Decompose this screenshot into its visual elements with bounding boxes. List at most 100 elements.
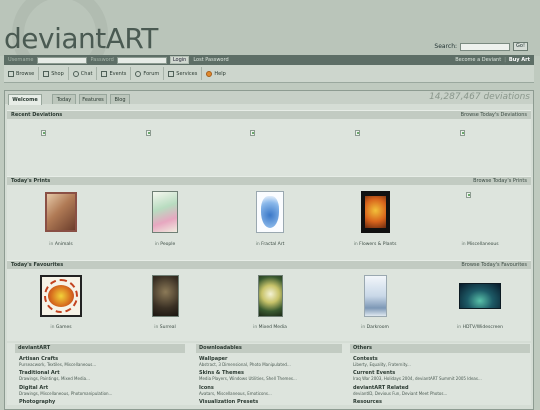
footer-sublinks[interactable]: Liberty, Equality, Fraternity... bbox=[353, 362, 411, 367]
caption-prints-5: in Miscellaneous bbox=[440, 242, 520, 247]
footer-sublinks[interactable]: deviantID, Devious Fun, Deviant Meet Pho… bbox=[353, 391, 447, 396]
printer-icon bbox=[43, 70, 50, 77]
print-thumb-broken[interactable] bbox=[466, 192, 471, 198]
fav-thumb-hdtv[interactable] bbox=[459, 283, 501, 309]
browse-icon bbox=[8, 70, 14, 77]
lost-password-link[interactable]: Lost Password bbox=[193, 57, 228, 63]
caption-category[interactable]: HDTV/Widescreen bbox=[463, 325, 503, 330]
print-thumb-flowers[interactable] bbox=[361, 191, 390, 233]
caption-prefix: in bbox=[457, 325, 462, 330]
login-button[interactable]: Login bbox=[169, 56, 190, 64]
footer-sublinks[interactable]: Drawings, Paintings, Mixed Media... bbox=[19, 376, 90, 381]
footer-sublinks[interactable]: Media Players, Windows Utilities, Shell … bbox=[199, 376, 297, 381]
footer-sublinks[interactable]: Iraq War 2003, Holidays 2004, deviantART… bbox=[353, 376, 482, 381]
separator: | bbox=[504, 57, 506, 63]
footer-col1-title: deviantART bbox=[15, 344, 185, 353]
flower-shape bbox=[365, 196, 386, 228]
tab-features[interactable]: Features bbox=[79, 94, 107, 104]
nav-events[interactable]: Events bbox=[97, 67, 132, 80]
footer-sublinks[interactable]: Drawings, Miscellaneous, Photomanipulati… bbox=[19, 391, 112, 396]
fav-thumb-games[interactable] bbox=[40, 275, 82, 317]
caption-prints-1: in Animals bbox=[21, 242, 101, 247]
caption-category[interactable]: Animals bbox=[55, 242, 73, 247]
print-thumb-fractal[interactable] bbox=[256, 191, 284, 233]
caption-prefix: in bbox=[353, 242, 358, 247]
search-area: Search: Go! bbox=[434, 42, 528, 51]
caption-favs-3: in Mixed Media bbox=[230, 325, 310, 330]
caption-category[interactable]: Fractal Art bbox=[261, 242, 284, 247]
nav-browse[interactable]: Browse bbox=[4, 67, 40, 80]
deviation-thumb-broken[interactable] bbox=[250, 130, 255, 136]
nav-help[interactable]: Help bbox=[202, 67, 229, 80]
services-icon bbox=[168, 70, 175, 77]
footer-sublinks[interactable]: Purseacwork, Textiles, Miscellaneous... bbox=[19, 362, 96, 367]
fav-thumb-surreal[interactable] bbox=[152, 275, 179, 317]
deviation-count: 14,287,467 deviations bbox=[429, 92, 530, 102]
caption-category[interactable]: Flowers & Plants bbox=[359, 242, 396, 247]
nav-label: Help bbox=[214, 70, 226, 77]
games-art-ring bbox=[44, 279, 78, 313]
search-label: Search: bbox=[434, 43, 458, 50]
search-input[interactable] bbox=[460, 42, 511, 51]
nav-shop[interactable]: Shop bbox=[39, 67, 69, 80]
caption-category[interactable]: Mixed Media bbox=[259, 325, 287, 330]
footer-link[interactable]: Photography bbox=[19, 399, 55, 405]
deviation-thumb-broken[interactable] bbox=[355, 130, 360, 136]
footer-link[interactable]: Visualization Presets bbox=[199, 399, 258, 405]
caption-prints-4: in Flowers & Plants bbox=[335, 242, 415, 247]
caption-category[interactable]: Darkroom bbox=[367, 325, 389, 330]
caption-prefix: in bbox=[253, 325, 258, 330]
buy-art-link[interactable]: Buy Art bbox=[509, 57, 530, 63]
caption-prints-3: in Fractal Art bbox=[230, 242, 310, 247]
fav-thumb-darkroom[interactable] bbox=[364, 275, 387, 317]
caption-prefix: in bbox=[50, 325, 55, 330]
forum-icon bbox=[135, 70, 142, 77]
tab-blog[interactable]: Blog bbox=[110, 94, 130, 104]
nav-chat[interactable]: Chat bbox=[69, 67, 98, 80]
footer-sublinks[interactable]: Avatars, Miscellaneous, Emoticons... bbox=[199, 391, 272, 396]
recent-deviations-body bbox=[7, 119, 531, 176]
help-icon bbox=[206, 70, 213, 77]
become-deviant-link[interactable]: Become a Deviant bbox=[455, 57, 501, 63]
footer-sublinks[interactable]: Abstract, 3 Dimensional, Photo Manipulat… bbox=[199, 362, 291, 367]
username-field[interactable] bbox=[36, 56, 87, 64]
caption-favs-4: in Darkroom bbox=[335, 325, 415, 330]
site-logo[interactable]: deviantART bbox=[4, 24, 158, 54]
deviation-thumb-broken[interactable] bbox=[146, 130, 151, 136]
caption-prefix: in bbox=[361, 325, 366, 330]
search-button[interactable]: Go! bbox=[513, 42, 528, 51]
nav-label: Events bbox=[109, 70, 127, 77]
caption-favs-5: in HDTV/Widescreen bbox=[440, 325, 520, 330]
deviation-thumb-broken[interactable] bbox=[41, 130, 46, 136]
caption-favs-2: in Surreal bbox=[125, 325, 205, 330]
nav-label: Chat bbox=[80, 70, 93, 77]
chat-icon bbox=[72, 70, 79, 77]
nav-forum[interactable]: Forum bbox=[131, 67, 165, 80]
caption-category[interactable]: People bbox=[160, 242, 175, 247]
caption-prefix: in bbox=[461, 242, 466, 247]
fav-thumb-mixed-media[interactable] bbox=[258, 275, 283, 317]
caption-prefix: in bbox=[49, 242, 54, 247]
caption-favs-1: in Games bbox=[21, 325, 101, 330]
caption-category[interactable]: Surreal bbox=[160, 325, 176, 330]
password-field[interactable] bbox=[116, 56, 167, 64]
tab-welcome[interactable]: Welcome bbox=[8, 94, 42, 105]
events-icon bbox=[101, 70, 108, 77]
nav-services[interactable]: Services bbox=[164, 67, 203, 80]
deviation-thumb-broken[interactable] bbox=[460, 130, 465, 136]
nav-label: Forum bbox=[143, 70, 160, 77]
username-label: Username bbox=[8, 57, 34, 63]
print-thumb-people[interactable] bbox=[152, 191, 178, 233]
print-thumb-animals[interactable] bbox=[45, 192, 77, 232]
fractal-shape bbox=[261, 196, 279, 228]
caption-category[interactable]: Miscellaneous bbox=[467, 242, 499, 247]
nav-label: Shop bbox=[51, 70, 64, 77]
footer-link[interactable]: Resources bbox=[353, 399, 382, 405]
nav-label: Services bbox=[176, 70, 198, 77]
tab-today[interactable]: Today bbox=[52, 94, 76, 104]
main-nav: Browse Shop Chat Events Forum Services H… bbox=[4, 65, 534, 83]
caption-category[interactable]: Games bbox=[56, 325, 72, 330]
login-bar: Username Password Login Lost Password Be… bbox=[4, 55, 534, 65]
caption-prefix: in bbox=[154, 325, 159, 330]
footer-col3-title: Others bbox=[350, 344, 530, 353]
